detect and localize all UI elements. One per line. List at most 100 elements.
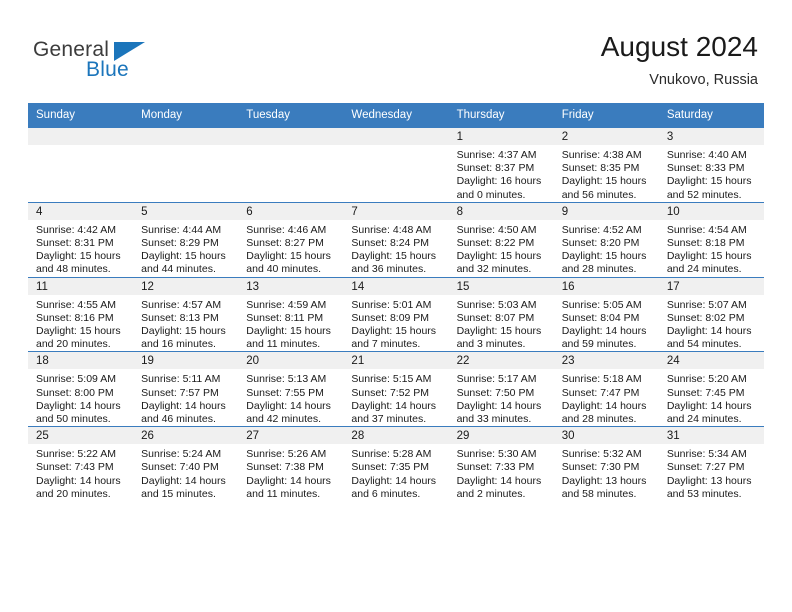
weekday-header-monday: Monday — [133, 103, 239, 128]
calendar-day-cell[interactable]: 8 Sunrise: 4:50 AM Sunset: 8:22 PM Daylight… — [448, 201, 554, 278]
calendar-day-cell[interactable]: 4 Sunrise: 4:42 AM Sunset: 8:31 PM Daylight… — [28, 201, 134, 278]
sunrise-time: Sunrise: 5:03 AM — [456, 298, 537, 311]
calendar-day-cell[interactable]: 2 Sunrise: 4:38 AM Sunset: 8:35 PM Daylight… — [553, 127, 659, 203]
day-number: 5 — [133, 202, 239, 220]
calendar-day-cell[interactable]: 23 Sunrise: 5:18 AM Sunset: 7:47 PM Dayligh… — [553, 351, 659, 427]
daylight-line-1: Daylight: 15 hours — [351, 325, 437, 338]
calendar-day-cell[interactable]: 12 Sunrise: 4:57 AM Sunset: 8:13 PM Dayligh… — [133, 276, 239, 352]
sunrise-time: Sunrise: 5:09 AM — [36, 373, 116, 386]
day-number: 26 — [133, 427, 239, 445]
day-details: Sunrise: 5:07 AM Sunset: 8:02 PM Daylight:… — [659, 295, 764, 352]
sunset-time: Sunset: 8:13 PM — [141, 311, 219, 324]
calendar-day-cell[interactable]: 21 Sunrise: 5:15 AM Sunset: 7:52 PM Dayligh… — [343, 351, 449, 427]
daylight-line-1: Daylight: 14 hours — [456, 399, 542, 412]
calendar-day-cell[interactable]: 31 Sunrise: 5:34 AM Sunset: 7:27 PM Dayligh… — [658, 426, 764, 502]
daylight-line-2: and 24 minutes. — [666, 413, 742, 426]
sunset-time: Sunset: 7:33 PM — [456, 461, 535, 474]
calendar-day-cell[interactable]: 10 Sunrise: 4:54 AM Sunset: 8:18 PM Dayligh… — [658, 201, 764, 278]
day-number: 31 — [658, 427, 764, 445]
daylight-line-2: and 32 minutes. — [456, 263, 532, 276]
daylight-line-2: and 53 minutes. — [666, 487, 742, 500]
sunset-time: Sunset: 7:30 PM — [561, 461, 640, 474]
day-number: 16 — [553, 277, 659, 295]
calendar-day-cell[interactable]: 30 Sunrise: 5:32 AM Sunset: 7:30 PM Dayligh… — [553, 426, 659, 502]
sunset-time: Sunset: 8:02 PM — [666, 311, 745, 324]
calendar-week-row: 1 Sunrise: 4:37 AM Sunset: 8:37 PM Daylight… — [28, 127, 764, 203]
day-details: Sunrise: 5:20 AM Sunset: 7:45 PM Daylight:… — [659, 369, 764, 426]
sunset-time: Sunset: 7:27 PM — [666, 461, 745, 474]
day-details: Sunrise: 4:48 AM Sunset: 8:24 PM Daylight:… — [343, 220, 448, 277]
calendar-day-cell[interactable]: 25 Sunrise: 5:22 AM Sunset: 7:43 PM Dayligh… — [28, 426, 134, 502]
weekday-header-saturday: Saturday — [658, 103, 764, 128]
weekday-header-sunday: Sunday — [28, 103, 134, 128]
day-number: 15 — [448, 277, 554, 295]
calendar-day-cell[interactable]: 22 Sunrise: 5:17 AM Sunset: 7:50 PM Dayligh… — [448, 351, 554, 427]
calendar-day-cell[interactable]: 13 Sunrise: 4:59 AM Sunset: 8:11 PM Dayligh… — [238, 276, 344, 352]
daylight-line-2: and 44 minutes. — [141, 263, 216, 276]
daylight-line-2: and 2 minutes. — [456, 487, 526, 500]
calendar-day-cell[interactable]: 16 Sunrise: 5:05 AM Sunset: 8:04 PM Dayligh… — [553, 276, 659, 352]
daylight-line-1: Daylight: 14 hours — [141, 399, 226, 412]
calendar-day-cell[interactable]: 28 Sunrise: 5:28 AM Sunset: 7:35 PM Dayligh… — [343, 426, 449, 502]
sunset-time: Sunset: 7:50 PM — [456, 386, 535, 399]
daylight-line-2: and 54 minutes. — [666, 338, 742, 351]
calendar-day-cell[interactable]: 5 Sunrise: 4:44 AM Sunset: 8:29 PM Daylight… — [133, 201, 239, 278]
sunset-time: Sunset: 8:27 PM — [246, 237, 324, 250]
calendar-day-cell[interactable]: 7 Sunrise: 4:48 AM Sunset: 8:24 PM Daylight… — [343, 201, 449, 278]
calendar-day-cell[interactable]: 20 Sunrise: 5:13 AM Sunset: 7:55 PM Dayligh… — [238, 351, 344, 427]
calendar-day-cell[interactable]: 24 Sunrise: 5:20 AM Sunset: 7:45 PM Dayligh… — [658, 351, 764, 427]
calendar-day-cell[interactable]: 15 Sunrise: 5:03 AM Sunset: 8:07 PM Dayligh… — [448, 276, 554, 352]
day-details: Sunrise: 5:05 AM Sunset: 8:04 PM Daylight:… — [554, 295, 659, 352]
calendar-day-cell[interactable]: 14 Sunrise: 5:01 AM Sunset: 8:09 PM Dayligh… — [343, 276, 449, 352]
day-details: Sunrise: 5:32 AM Sunset: 7:30 PM Daylight:… — [554, 444, 659, 501]
daylight-line-2: and 56 minutes. — [561, 188, 637, 201]
day-details: Sunrise: 5:26 AM Sunset: 7:38 PM Daylight:… — [238, 444, 343, 501]
day-number: 6 — [238, 202, 344, 220]
daylight-line-2: and 20 minutes. — [36, 338, 111, 351]
sunrise-time: Sunrise: 5:30 AM — [456, 448, 537, 461]
calendar-day-cell[interactable]: 19 Sunrise: 5:11 AM Sunset: 7:57 PM Dayligh… — [133, 351, 239, 427]
calendar-day-cell-empty — [133, 127, 239, 203]
daylight-line-2: and 15 minutes. — [141, 487, 216, 500]
day-number — [343, 128, 449, 145]
calendar-day-cell[interactable]: 9 Sunrise: 4:52 AM Sunset: 8:20 PM Daylight… — [553, 201, 659, 278]
day-details: Sunrise: 4:37 AM Sunset: 8:37 PM Daylight:… — [449, 145, 554, 202]
sunrise-time: Sunrise: 4:54 AM — [666, 223, 747, 236]
day-number: 27 — [238, 427, 344, 445]
sunrise-time: Sunrise: 4:38 AM — [561, 149, 642, 161]
daylight-line-2: and 11 minutes. — [246, 338, 321, 351]
calendar-day-cell[interactable]: 3 Sunrise: 4:40 AM Sunset: 8:33 PM Daylight… — [658, 127, 764, 203]
day-number: 25 — [28, 427, 134, 445]
daylight-line-2: and 37 minutes. — [351, 413, 427, 426]
calendar-day-cell[interactable]: 17 Sunrise: 5:07 AM Sunset: 8:02 PM Dayligh… — [658, 276, 764, 352]
day-number: 13 — [238, 277, 344, 295]
day-details: Sunrise: 5:24 AM Sunset: 7:40 PM Daylight:… — [133, 444, 238, 501]
daylight-line-1: Daylight: 14 hours — [141, 474, 226, 487]
calendar-day-cell[interactable]: 1 Sunrise: 4:37 AM Sunset: 8:37 PM Daylight… — [448, 127, 554, 203]
calendar-week-row: 4 Sunrise: 4:42 AM Sunset: 8:31 PM Daylight… — [28, 201, 764, 278]
calendar-day-cell-empty — [28, 127, 134, 203]
daylight-line-2: and 3 minutes. — [456, 338, 526, 351]
day-details: Sunrise: 5:34 AM Sunset: 7:27 PM Daylight:… — [659, 444, 764, 501]
calendar-day-cell[interactable]: 27 Sunrise: 5:26 AM Sunset: 7:38 PM Dayligh… — [238, 426, 344, 502]
day-number: 7 — [343, 202, 449, 220]
sunset-time: Sunset: 7:47 PM — [561, 386, 640, 399]
day-details: Sunrise: 4:55 AM Sunset: 8:16 PM Daylight:… — [28, 295, 133, 352]
day-number: 20 — [238, 352, 344, 370]
day-details: Sunrise: 5:13 AM Sunset: 7:55 PM Daylight:… — [238, 369, 343, 426]
calendar-day-cell[interactable]: 18 Sunrise: 5:09 AM Sunset: 8:00 PM Dayligh… — [28, 351, 134, 427]
calendar-day-cell[interactable]: 26 Sunrise: 5:24 AM Sunset: 7:40 PM Dayligh… — [133, 426, 239, 502]
calendar-day-cell[interactable]: 29 Sunrise: 5:30 AM Sunset: 7:33 PM Dayligh… — [448, 426, 554, 502]
day-number: 10 — [658, 202, 764, 220]
sunset-time: Sunset: 7:43 PM — [36, 461, 114, 474]
daylight-line-1: Daylight: 15 hours — [36, 250, 121, 263]
calendar-day-cell[interactable]: 6 Sunrise: 4:46 AM Sunset: 8:27 PM Daylight… — [238, 201, 344, 278]
daylight-line-1: Daylight: 15 hours — [36, 325, 121, 338]
sunrise-time: Sunrise: 5:05 AM — [561, 298, 642, 311]
day-details: Sunrise: 5:11 AM Sunset: 7:57 PM Daylight:… — [133, 369, 238, 426]
general-blue-logo[interactable]: General Blue — [33, 38, 213, 90]
calendar-day-cell[interactable]: 11 Sunrise: 4:55 AM Sunset: 8:16 PM Dayligh… — [28, 276, 134, 352]
daylight-line-2: and 33 minutes. — [456, 413, 532, 426]
page-title: August 2024 — [600, 31, 758, 62]
calendar-day-cell-empty — [343, 127, 449, 203]
